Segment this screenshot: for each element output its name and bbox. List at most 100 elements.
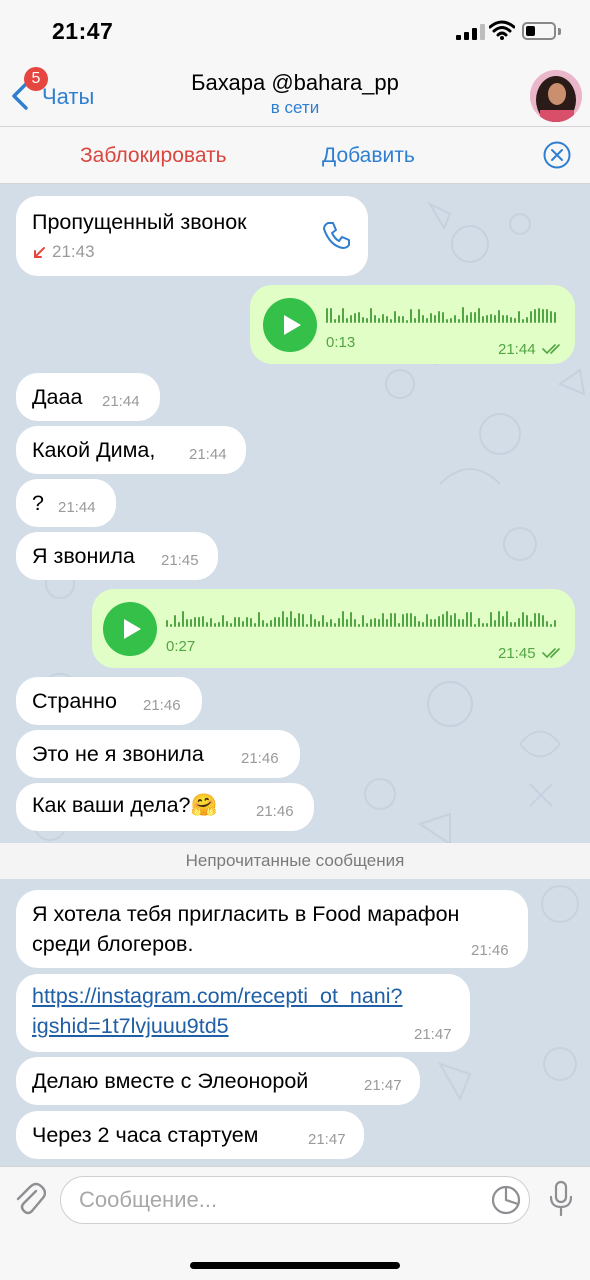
waveform-bar bbox=[262, 620, 264, 627]
waveform-bar bbox=[358, 624, 360, 627]
message-bubble[interactable]: Дааа 21:44 bbox=[16, 373, 160, 421]
waveform-bar bbox=[486, 315, 488, 323]
message-bubble[interactable]: Делаю вместе с Элеонорой 21:47 bbox=[16, 1057, 420, 1105]
waveform-bar bbox=[294, 618, 296, 627]
waveform-bar bbox=[186, 619, 188, 627]
attach-paperclip-icon[interactable] bbox=[14, 1181, 46, 1217]
waveform-bar bbox=[334, 319, 336, 323]
waveform-bar bbox=[514, 318, 516, 323]
waveform-bar bbox=[338, 315, 340, 323]
waveform-bar bbox=[554, 312, 556, 323]
signal-icon bbox=[456, 24, 486, 40]
waveform-bar bbox=[534, 309, 536, 323]
phone-icon[interactable] bbox=[320, 220, 352, 252]
instagram-link[interactable]: https://instagram.com/recepti_ot_nani? bbox=[32, 984, 402, 1009]
voice-message-bubble[interactable]: 0:27 21:45 bbox=[92, 589, 575, 668]
waveform-bar bbox=[338, 618, 340, 627]
chat-title[interactable]: Бахара @bahara_pp bbox=[0, 70, 590, 96]
voice-duration: 0:13 bbox=[326, 334, 356, 351]
message-bubble[interactable]: Какой Дима, 21:44 bbox=[16, 426, 246, 474]
message-time: 21:43 bbox=[52, 242, 95, 261]
add-contact-button[interactable]: Добавить bbox=[322, 144, 415, 168]
home-indicator bbox=[190, 1262, 400, 1269]
link-message-bubble[interactable]: https://instagram.com/recepti_ot_nani? i… bbox=[16, 974, 470, 1052]
waveform-bar bbox=[322, 615, 324, 627]
waveform-bar bbox=[450, 615, 452, 627]
waveform-bar bbox=[330, 619, 332, 627]
avatar[interactable] bbox=[530, 70, 582, 122]
waveform-bar bbox=[474, 624, 476, 627]
waveform-bar bbox=[266, 623, 268, 627]
waveform-bar bbox=[282, 611, 284, 627]
unread-divider: Непрочитанные сообщения bbox=[0, 843, 590, 879]
waveform-bar bbox=[362, 615, 364, 627]
waveform-bar bbox=[438, 616, 440, 627]
message-bubble[interactable]: ? 21:44 bbox=[16, 479, 116, 527]
message-bubble[interactable]: Как ваши дела?🤗 21:46 bbox=[16, 783, 314, 831]
waveform-bar bbox=[390, 613, 392, 627]
waveform-bar bbox=[402, 614, 404, 627]
waveform-bar bbox=[190, 619, 192, 627]
waveform-bar bbox=[382, 314, 384, 323]
waveform-bar bbox=[422, 315, 424, 323]
message-text-line: среди блогеров. bbox=[32, 932, 194, 956]
message-bubble[interactable]: Я звонила 21:45 bbox=[16, 532, 218, 580]
read-checkmarks-icon bbox=[542, 344, 560, 355]
waveform-bar bbox=[206, 622, 208, 627]
message-time: 21:46 bbox=[471, 942, 509, 959]
waveform-bar bbox=[362, 317, 364, 323]
missed-call-bubble[interactable]: Пропущенный звонок 21:43 bbox=[16, 196, 368, 276]
waveform-bar bbox=[406, 320, 408, 323]
message-input[interactable] bbox=[60, 1176, 530, 1224]
play-icon bbox=[124, 619, 141, 639]
waveform-bar bbox=[222, 615, 224, 627]
waveform-bar bbox=[290, 611, 292, 627]
waveform-bar bbox=[374, 315, 376, 323]
voice-message-bubble[interactable]: 0:13 21:44 bbox=[250, 285, 575, 364]
waveform-bar bbox=[346, 619, 348, 627]
waveform-bar bbox=[230, 623, 232, 627]
sticker-icon[interactable] bbox=[490, 1184, 522, 1216]
voice-waveform[interactable] bbox=[166, 609, 560, 627]
message-bubble[interactable]: Это не я звонила 21:46 bbox=[16, 730, 300, 778]
waveform-bar bbox=[446, 611, 448, 627]
microphone-icon[interactable] bbox=[548, 1180, 574, 1218]
waveform-bar bbox=[402, 316, 404, 323]
waveform-bar bbox=[274, 617, 276, 627]
message-bubble[interactable]: Я хотела тебя пригласить в Food марафон … bbox=[16, 890, 528, 968]
waveform-bar bbox=[210, 618, 212, 627]
nav-bar: 5 Чаты Бахара @bahara_pp в сети bbox=[0, 62, 590, 126]
waveform-bar bbox=[370, 619, 372, 627]
waveform-bar bbox=[238, 617, 240, 627]
waveform-bar bbox=[442, 614, 444, 627]
close-circle-icon[interactable] bbox=[543, 141, 571, 169]
chat-area[interactable]: Пропущенный звонок 21:43 0:13 21:44 Дааа… bbox=[0, 184, 590, 1166]
waveform-bar bbox=[554, 620, 556, 627]
play-button[interactable] bbox=[263, 298, 317, 352]
waveform-bar bbox=[310, 614, 312, 627]
message-bubble[interactable]: Через 2 часа стартуем 21:47 bbox=[16, 1111, 364, 1159]
waveform-bar bbox=[506, 611, 508, 627]
instagram-link-continued[interactable]: igshid=1t7lvjuuu9td5 bbox=[32, 1014, 229, 1039]
block-button[interactable]: Заблокировать bbox=[80, 144, 227, 168]
waveform-bar bbox=[550, 311, 552, 323]
waveform-bar bbox=[510, 622, 512, 627]
waveform-bar bbox=[378, 619, 380, 627]
waveform-bar bbox=[314, 619, 316, 627]
message-time: 21:45 bbox=[498, 645, 536, 662]
waveform-bar bbox=[514, 622, 516, 627]
waveform-bar bbox=[390, 319, 392, 323]
waveform-bar bbox=[170, 624, 172, 627]
voice-waveform[interactable] bbox=[326, 305, 560, 323]
waveform-bar bbox=[530, 621, 532, 627]
waveform-bar bbox=[306, 624, 308, 627]
play-button[interactable] bbox=[103, 602, 157, 656]
waveform-bar bbox=[366, 623, 368, 627]
waveform-bar bbox=[370, 308, 372, 323]
waveform-bar bbox=[410, 613, 412, 627]
waveform-bar bbox=[302, 614, 304, 627]
waveform-bar bbox=[434, 619, 436, 627]
waveform-bar bbox=[458, 619, 460, 627]
waveform-bar bbox=[422, 622, 424, 627]
message-bubble[interactable]: Странно 21:46 bbox=[16, 677, 202, 725]
